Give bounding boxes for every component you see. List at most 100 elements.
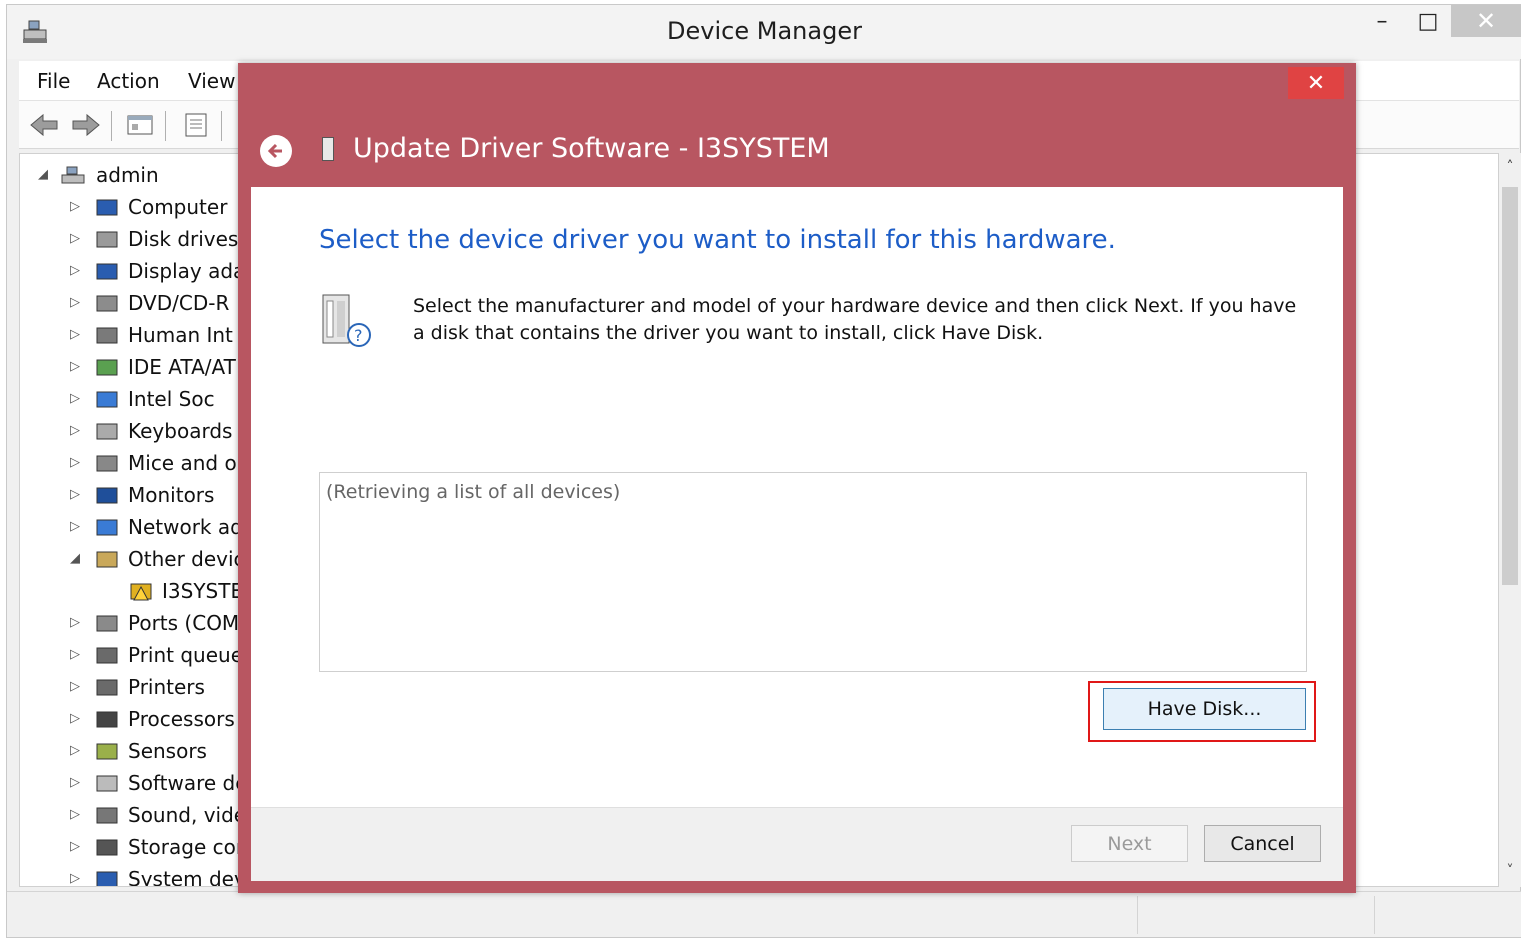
- software-device-icon: [96, 775, 118, 792]
- expand-arrow-icon[interactable]: ▷: [70, 263, 80, 278]
- dialog-footer: Next Cancel: [251, 807, 1343, 881]
- tree-item-label: Storage cor: [128, 835, 245, 859]
- have-disk-button[interactable]: Have Disk...: [1103, 688, 1306, 730]
- sensor-icon: [96, 743, 118, 760]
- expand-arrow-icon[interactable]: ▷: [70, 871, 80, 886]
- vertical-scrollbar[interactable]: ˄ ˅: [1499, 153, 1521, 887]
- tree-item-label: Ports (COM: [128, 611, 240, 635]
- tree-item-label: Printers: [128, 675, 205, 699]
- minimize-button[interactable]: –: [1359, 5, 1405, 37]
- tree-item-label: Keyboards: [128, 419, 233, 443]
- forward-arrow-icon[interactable]: [71, 111, 101, 139]
- tree-item-label: Monitors: [128, 483, 215, 507]
- printer-icon: [96, 647, 118, 664]
- next-button[interactable]: Next: [1071, 825, 1188, 862]
- maximize-button[interactable]: □: [1405, 5, 1451, 37]
- tree-item-label: System dev: [128, 867, 246, 887]
- title-bar: Device Manager – □ ✕: [7, 5, 1521, 59]
- expand-arrow-icon[interactable]: ▷: [70, 615, 80, 630]
- tree-item-label: Computer: [128, 195, 228, 219]
- menu-view[interactable]: View: [188, 69, 235, 93]
- update-driver-dialog: ✕ Update Driver Software - I3SYSTEM Sele…: [238, 63, 1356, 893]
- expand-arrow-icon[interactable]: ▷: [70, 519, 80, 534]
- collapse-arrow-icon[interactable]: ◢: [38, 167, 48, 182]
- speaker-icon: [96, 807, 118, 824]
- menu-file[interactable]: File: [37, 69, 70, 93]
- dialog-body: Select the device driver you want to ins…: [251, 187, 1343, 807]
- scroll-down-icon[interactable]: ˅: [1499, 863, 1521, 879]
- keyboard-icon: [96, 423, 118, 440]
- tree-item-label: Human Int: [128, 323, 233, 347]
- tree-item-label: Mice and o: [128, 451, 237, 475]
- tree-item-label: Disk drives: [128, 227, 239, 251]
- expand-arrow-icon[interactable]: ▷: [70, 327, 80, 342]
- status-divider: [1137, 896, 1138, 934]
- toolbar-separator: [221, 111, 222, 141]
- back-arrow-icon[interactable]: [29, 111, 59, 139]
- expand-arrow-icon[interactable]: ▷: [70, 839, 80, 854]
- list-status-text: (Retrieving a list of all devices): [326, 481, 621, 503]
- hardware-question-icon: ?: [322, 294, 371, 347]
- status-divider: [1374, 896, 1375, 934]
- expand-arrow-icon[interactable]: ▷: [70, 231, 80, 246]
- expand-arrow-icon[interactable]: ▷: [70, 199, 80, 214]
- disk-drive-icon: [96, 231, 118, 248]
- tree-item-label: Sound, vide: [128, 803, 247, 827]
- expand-arrow-icon[interactable]: ▷: [70, 647, 80, 662]
- tree-item-label: Intel Soc: [128, 387, 215, 411]
- status-bar: [7, 891, 1521, 937]
- cancel-button[interactable]: Cancel: [1204, 825, 1321, 862]
- help-document-icon[interactable]: [181, 111, 211, 139]
- expand-arrow-icon[interactable]: ▷: [70, 423, 80, 438]
- network-icon: [96, 391, 118, 408]
- expand-arrow-icon[interactable]: ▷: [70, 391, 80, 406]
- dialog-title: Update Driver Software - I3SYSTEM: [353, 133, 830, 164]
- ide-controller-icon: [96, 359, 118, 376]
- expand-arrow-icon[interactable]: ▷: [70, 679, 80, 694]
- tree-item-label: Software de: [128, 771, 248, 795]
- hid-icon: [96, 327, 118, 344]
- warning-device-icon: [130, 583, 152, 601]
- tree-item-label: I3SYSTE: [162, 579, 244, 603]
- tree-item-label: Sensors: [128, 739, 207, 763]
- expand-arrow-icon[interactable]: ▷: [70, 711, 80, 726]
- computer-root-icon: [61, 166, 85, 184]
- toolbar-separator: [111, 111, 112, 141]
- expand-arrow-icon[interactable]: ▷: [70, 743, 80, 758]
- expand-arrow-icon[interactable]: ▷: [70, 487, 80, 502]
- expand-arrow-icon[interactable]: ▷: [70, 359, 80, 374]
- tree-item-label: Other devic: [128, 547, 245, 571]
- dialog-heading: Select the device driver you want to ins…: [319, 225, 1116, 255]
- computer-icon: [96, 199, 118, 216]
- back-button[interactable]: [260, 135, 292, 167]
- scroll-up-icon[interactable]: ˄: [1499, 159, 1521, 175]
- display-adapter-icon: [96, 263, 118, 280]
- back-arrow-icon: [267, 143, 282, 159]
- tree-item-label: DVD/CD-R: [128, 291, 230, 315]
- properties-view-icon[interactable]: [125, 111, 155, 139]
- close-button[interactable]: ✕: [1451, 5, 1521, 37]
- device-model-list[interactable]: (Retrieving a list of all devices): [319, 472, 1307, 672]
- expand-arrow-icon[interactable]: ▷: [70, 775, 80, 790]
- tree-item-label: Network ad: [128, 515, 243, 539]
- dvd-drive-icon: [96, 295, 118, 312]
- window-title: Device Manager: [667, 17, 862, 45]
- processor-icon: [96, 711, 118, 728]
- expand-arrow-icon[interactable]: ▷: [70, 455, 80, 470]
- dialog-close-button[interactable]: ✕: [1288, 67, 1344, 99]
- tree-root-label: admin: [96, 163, 159, 187]
- ports-icon: [96, 615, 118, 632]
- other-devices-icon: [96, 551, 118, 568]
- expand-arrow-icon[interactable]: ▷: [70, 295, 80, 310]
- menu-action[interactable]: Action: [97, 69, 160, 93]
- system-device-icon: [96, 871, 118, 886]
- collapse-arrow-icon[interactable]: ◢: [70, 551, 80, 566]
- tree-item-label: Processors: [128, 707, 235, 731]
- tree-item-label: IDE ATA/AT: [128, 355, 236, 379]
- printer-icon: [96, 679, 118, 696]
- expand-arrow-icon[interactable]: ▷: [70, 807, 80, 822]
- tree-item-label: Print queue: [128, 643, 244, 667]
- tree-item-label: Display ada: [128, 259, 246, 283]
- scrollbar-thumb[interactable]: [1502, 187, 1518, 585]
- storage-icon: [96, 839, 118, 856]
